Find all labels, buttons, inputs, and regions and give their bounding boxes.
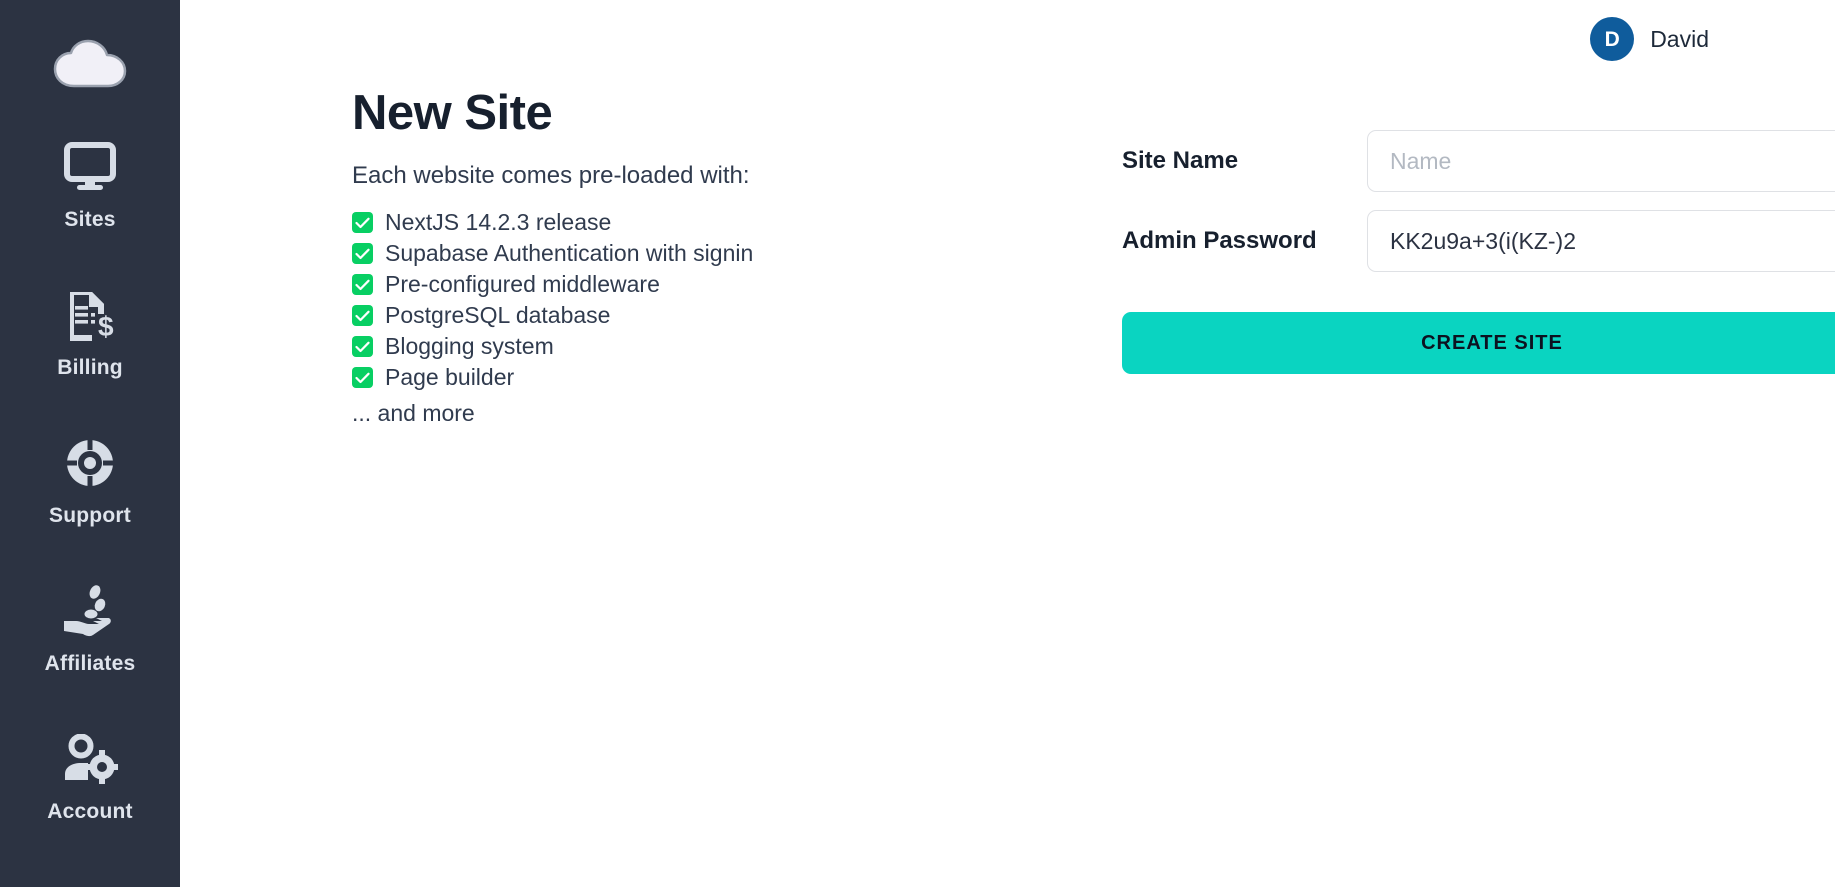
list-item: Supabase Authentication with signin (352, 238, 912, 269)
sidebar-item-sites[interactable]: Sites (0, 110, 180, 258)
list-item: Pre-configured middleware (352, 269, 912, 300)
monitor-icon (62, 139, 118, 195)
check-icon (352, 367, 373, 389)
check-icon (352, 212, 373, 234)
feature-label: PostgreSQL database (385, 302, 611, 329)
admin-password-label: Admin Password (1122, 227, 1317, 254)
admin-password-row: Admin Password (1122, 210, 1835, 272)
create-site-row: CREATE SITE (1122, 290, 1835, 374)
site-name-input[interactable] (1367, 130, 1835, 192)
sidebar-item-label: Sites (64, 207, 116, 231)
sidebar-item-label: Account (47, 799, 133, 823)
app-logo[interactable] (0, 18, 180, 110)
page-subtitle: Each website comes pre-loaded with: (352, 162, 750, 190)
avatar[interactable]: D (1590, 17, 1635, 61)
site-name-label: Site Name (1122, 147, 1239, 174)
svg-text:$: $ (98, 311, 114, 341)
list-item: PostgreSQL database (352, 300, 912, 331)
lifebuoy-icon (62, 435, 118, 491)
page-title: New Site (352, 86, 553, 140)
sidebar-item-billing[interactable]: $ Billing (0, 258, 180, 406)
feature-label: Blogging system (385, 333, 554, 360)
user-gear-icon (62, 731, 118, 787)
topbar: D David (1590, 0, 1835, 78)
sidebar-item-label: Affiliates (44, 651, 136, 675)
new-site-form: Site Name Admin Password CREATE SITE (1122, 130, 1835, 374)
invoice-dollar-icon: $ (62, 287, 118, 343)
site-name-row: Site Name (1122, 130, 1835, 192)
content-area: New Site Each website comes pre-loaded w… (352, 86, 1835, 887)
and-more-text: ... and more (352, 400, 475, 427)
check-icon (352, 305, 373, 327)
list-item: Blogging system (352, 331, 912, 362)
check-icon (352, 274, 373, 296)
list-item: NextJS 14.2.3 release (352, 207, 912, 238)
main-area: D David New Site Each website comes pre-… (180, 0, 1835, 887)
sidebar-item-account[interactable]: Account (0, 702, 180, 850)
app-root: Sites $ Billing Support Affiliates Accou… (0, 0, 1835, 887)
sidebar: Sites $ Billing Support Affiliates Accou… (0, 0, 180, 887)
user-name[interactable]: David (1650, 27, 1709, 51)
sidebar-item-affiliates[interactable]: Affiliates (0, 554, 180, 702)
check-icon (352, 336, 373, 358)
sidebar-item-label: Support (49, 503, 131, 527)
cloud-icon (53, 39, 127, 88)
admin-password-input[interactable] (1367, 210, 1835, 272)
create-site-button[interactable]: CREATE SITE (1122, 312, 1835, 374)
hand-coins-icon (62, 583, 118, 639)
sidebar-item-label: Billing (57, 355, 123, 379)
feature-label: Page builder (385, 364, 515, 391)
feature-list: NextJS 14.2.3 release Supabase Authentic… (352, 207, 912, 393)
feature-label: Pre-configured middleware (385, 271, 660, 298)
sidebar-item-support[interactable]: Support (0, 406, 180, 554)
info-column: New Site Each website comes pre-loaded w… (352, 86, 912, 427)
list-item: Page builder (352, 362, 912, 393)
feature-label: NextJS 14.2.3 release (385, 209, 612, 236)
check-icon (352, 243, 373, 265)
feature-label: Supabase Authentication with signin (385, 240, 754, 267)
